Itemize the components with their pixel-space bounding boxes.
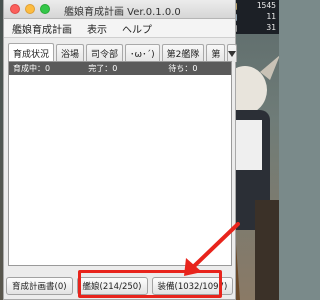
tab-overflow-button[interactable] [227, 44, 238, 62]
tab-training-status[interactable]: 育成状況 [8, 43, 55, 62]
list-header: 育成中：0 完了：0 待ち：0 [9, 62, 231, 75]
menu-app[interactable]: 艦娘育成計画 [12, 21, 72, 36]
menu-bar: 艦娘育成計画 表示 ヘルプ [4, 19, 235, 38]
title-bar[interactable]: 艦娘育成計画 Ver.0.1.0.0 [4, 0, 235, 19]
tab-face[interactable]: ･ω･´) [125, 44, 160, 62]
menu-view[interactable]: 表示 [87, 21, 107, 36]
resource-value: 31 [266, 23, 276, 32]
chevron-down-icon [228, 50, 237, 57]
tab-truncated[interactable]: 第 [206, 44, 226, 62]
plan-document-button[interactable]: 育成計画書(0) [6, 277, 73, 295]
completed-count: 完了：0 [88, 64, 118, 73]
menu-help[interactable]: ヘルプ [122, 21, 152, 36]
close-window-button[interactable] [10, 4, 20, 14]
zoom-window-button[interactable] [40, 4, 50, 14]
waiting-count: 待ち：0 [168, 64, 198, 73]
resource-value: 11 [266, 12, 276, 21]
pointer-arrow-icon [184, 222, 240, 276]
tab-hq[interactable]: 司令部 [86, 44, 124, 62]
training-count: 育成中：0 [13, 64, 51, 73]
resource-value: 1545 [256, 1, 276, 10]
window-title: 艦娘育成計画 Ver.0.1.0.0 [64, 7, 181, 18]
tab-bar: 育成状況 浴場 司令部 ･ω･´) 第2艦隊 第 [4, 38, 238, 62]
minimize-window-button[interactable] [25, 4, 35, 14]
tab-second-fleet[interactable]: 第2艦隊 [161, 44, 205, 62]
tab-bath[interactable]: 浴場 [56, 44, 85, 62]
